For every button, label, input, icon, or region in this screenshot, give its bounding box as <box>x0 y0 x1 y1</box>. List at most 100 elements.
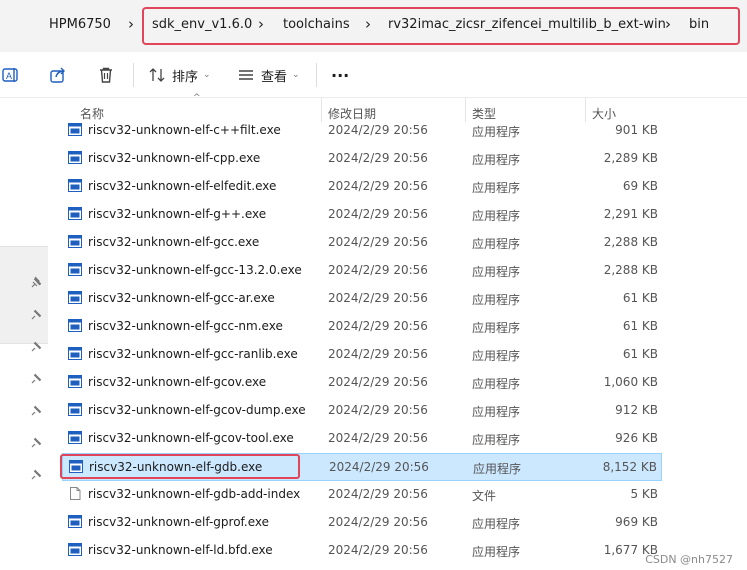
breadcrumb-item-hpm6750[interactable]: HPM6750 <box>49 17 111 32</box>
file-row[interactable]: riscv32-unknown-elf-gcov-tool.exe 2024/2… <box>62 425 662 453</box>
watermark: CSDN @nh7527 <box>645 553 733 566</box>
file-name[interactable]: riscv32-unknown-elf-gcc-ranlib.exe <box>88 347 298 361</box>
file-name[interactable]: riscv32-unknown-elf-gcc.exe <box>88 235 259 249</box>
file-name[interactable]: riscv32-unknown-elf-gcc-nm.exe <box>88 319 283 333</box>
navigation-pane[interactable] <box>0 98 48 570</box>
toolbar-divider <box>133 63 134 87</box>
file-date: 2024/2/29 20:56 <box>328 207 428 221</box>
file-type: 应用程序 <box>472 181 521 195</box>
exe-icon <box>68 207 82 220</box>
file-row[interactable]: riscv32-unknown-elf-gdb-add-index 2024/2… <box>62 481 662 509</box>
pin-icon[interactable] <box>31 468 43 480</box>
breadcrumb-highlight-box <box>142 7 740 45</box>
file-row[interactable]: riscv32-unknown-elf-gprof.exe 2024/2/29 … <box>62 509 662 537</box>
file-row[interactable]: riscv32-unknown-elf-ld.bfd.exe 2024/2/29… <box>62 537 662 565</box>
sort-button[interactable]: 排序 ⌄ <box>148 52 211 98</box>
file-type: 应用程序 <box>472 405 521 419</box>
file-type: 应用程序 <box>472 125 521 139</box>
file-size: 2,291 KB <box>603 207 658 221</box>
file-type: 应用程序 <box>473 462 522 476</box>
file-type: 应用程序 <box>472 209 521 223</box>
file-name[interactable]: riscv32-unknown-elf-cpp.exe <box>88 151 260 165</box>
file-row[interactable]: riscv32-unknown-elf-gcc-13.2.0.exe 2024/… <box>62 257 662 285</box>
sort-label: 排序 <box>172 69 199 85</box>
delete-button[interactable] <box>97 52 115 98</box>
file-date: 2024/2/29 20:56 <box>328 543 428 557</box>
file-type: 应用程序 <box>472 377 521 391</box>
file-name[interactable]: riscv32-unknown-elf-gprof.exe <box>88 515 269 529</box>
sort-icon <box>149 68 165 82</box>
file-type: 文件 <box>472 489 497 503</box>
pin-icon[interactable] <box>31 308 43 320</box>
exe-icon <box>68 123 82 136</box>
file-date: 2024/2/29 20:56 <box>328 403 428 417</box>
sort-ascending-icon: ^ <box>193 93 201 103</box>
chevron-down-icon: ⌄ <box>203 70 211 80</box>
exe-icon <box>68 235 82 248</box>
toolbar-divider <box>316 63 317 87</box>
file-row[interactable]: riscv32-unknown-elf-gcc.exe 2024/2/29 20… <box>62 229 662 257</box>
chevron-down-icon: ⌄ <box>292 70 300 80</box>
exe-icon <box>68 403 82 416</box>
file-name[interactable]: riscv32-unknown-elf-gcc-ar.exe <box>88 291 275 305</box>
file-date: 2024/2/29 20:56 <box>328 151 428 165</box>
file-date: 2024/2/29 20:56 <box>328 347 428 361</box>
file-size: 926 KB <box>615 431 658 445</box>
file-date: 2024/2/29 20:56 <box>328 123 428 137</box>
file-row[interactable]: riscv32-unknown-elf-gcc-ar.exe 2024/2/29… <box>62 285 662 313</box>
gdb-highlight-box <box>60 454 300 479</box>
file-size: 901 KB <box>615 123 658 137</box>
file-type: 应用程序 <box>472 153 521 167</box>
file-size: 5 KB <box>630 487 658 501</box>
file-name[interactable]: riscv32-unknown-elf-elfedit.exe <box>88 179 276 193</box>
exe-icon <box>68 179 82 192</box>
file-row[interactable]: riscv32-unknown-elf-cpp.exe 2024/2/29 20… <box>62 145 662 173</box>
file-name[interactable]: riscv32-unknown-elf-gcov-dump.exe <box>88 403 306 417</box>
file-size: 2,288 KB <box>603 235 658 249</box>
view-button[interactable]: 查看 ⌄ <box>237 52 300 98</box>
file-name[interactable]: riscv32-unknown-elf-g++.exe <box>88 207 266 221</box>
exe-icon <box>68 263 82 276</box>
address-bar[interactable]: HPM6750 › sdk_env_v1.6.0 › toolchains › … <box>0 0 747 52</box>
pin-icon[interactable] <box>31 276 43 288</box>
chevron-right-icon[interactable]: › <box>128 15 134 33</box>
trash-icon <box>100 67 112 83</box>
file-type: 应用程序 <box>472 265 521 279</box>
view-label: 查看 <box>261 69 288 85</box>
file-date: 2024/2/29 20:56 <box>328 291 428 305</box>
share-button[interactable] <box>49 52 67 98</box>
exe-icon <box>68 543 82 556</box>
file-name[interactable]: riscv32-unknown-elf-ld.bfd.exe <box>88 543 273 557</box>
file-name[interactable]: riscv32-unknown-elf-gcc-13.2.0.exe <box>88 263 302 277</box>
file-date: 2024/2/29 20:56 <box>328 319 428 333</box>
file-name[interactable]: riscv32-unknown-elf-gcov-tool.exe <box>88 431 294 445</box>
nav-selected-item[interactable] <box>0 246 48 344</box>
pin-icon[interactable] <box>31 372 43 384</box>
file-size: 969 KB <box>615 515 658 529</box>
share-icon <box>50 67 65 83</box>
file-name[interactable]: riscv32-unknown-elf-gcov.exe <box>88 375 266 389</box>
file-row[interactable]: riscv32-unknown-elf-gcov-dump.exe 2024/2… <box>62 397 662 425</box>
file-date: 2024/2/29 20:56 <box>328 375 428 389</box>
pin-icon[interactable] <box>31 436 43 448</box>
more-options-button[interactable]: ··· <box>331 52 349 98</box>
exe-icon <box>68 151 82 164</box>
rename-button[interactable]: A <box>2 52 20 98</box>
pin-icon[interactable] <box>31 340 43 352</box>
view-icon <box>239 70 253 80</box>
exe-icon <box>68 347 82 360</box>
file-name[interactable]: riscv32-unknown-elf-c++filt.exe <box>88 123 281 137</box>
file-date: 2024/2/29 20:56 <box>328 179 428 193</box>
file-row[interactable]: riscv32-unknown-elf-c++filt.exe 2024/2/2… <box>62 117 662 145</box>
file-row[interactable]: riscv32-unknown-elf-gcov.exe 2024/2/29 2… <box>62 369 662 397</box>
file-row[interactable]: riscv32-unknown-elf-gcc-ranlib.exe 2024/… <box>62 341 662 369</box>
file-name[interactable]: riscv32-unknown-elf-gdb-add-index <box>88 487 300 501</box>
file-date: 2024/2/29 20:56 <box>328 487 428 501</box>
file-row[interactable]: riscv32-unknown-elf-gcc-nm.exe 2024/2/29… <box>62 313 662 341</box>
file-row[interactable]: riscv32-unknown-elf-g++.exe 2024/2/29 20… <box>62 201 662 229</box>
pin-icon[interactable] <box>31 404 43 416</box>
file-size: 2,288 KB <box>603 263 658 277</box>
exe-icon <box>68 375 82 388</box>
file-row[interactable]: riscv32-unknown-elf-elfedit.exe 2024/2/2… <box>62 173 662 201</box>
file-type: 应用程序 <box>472 321 521 335</box>
